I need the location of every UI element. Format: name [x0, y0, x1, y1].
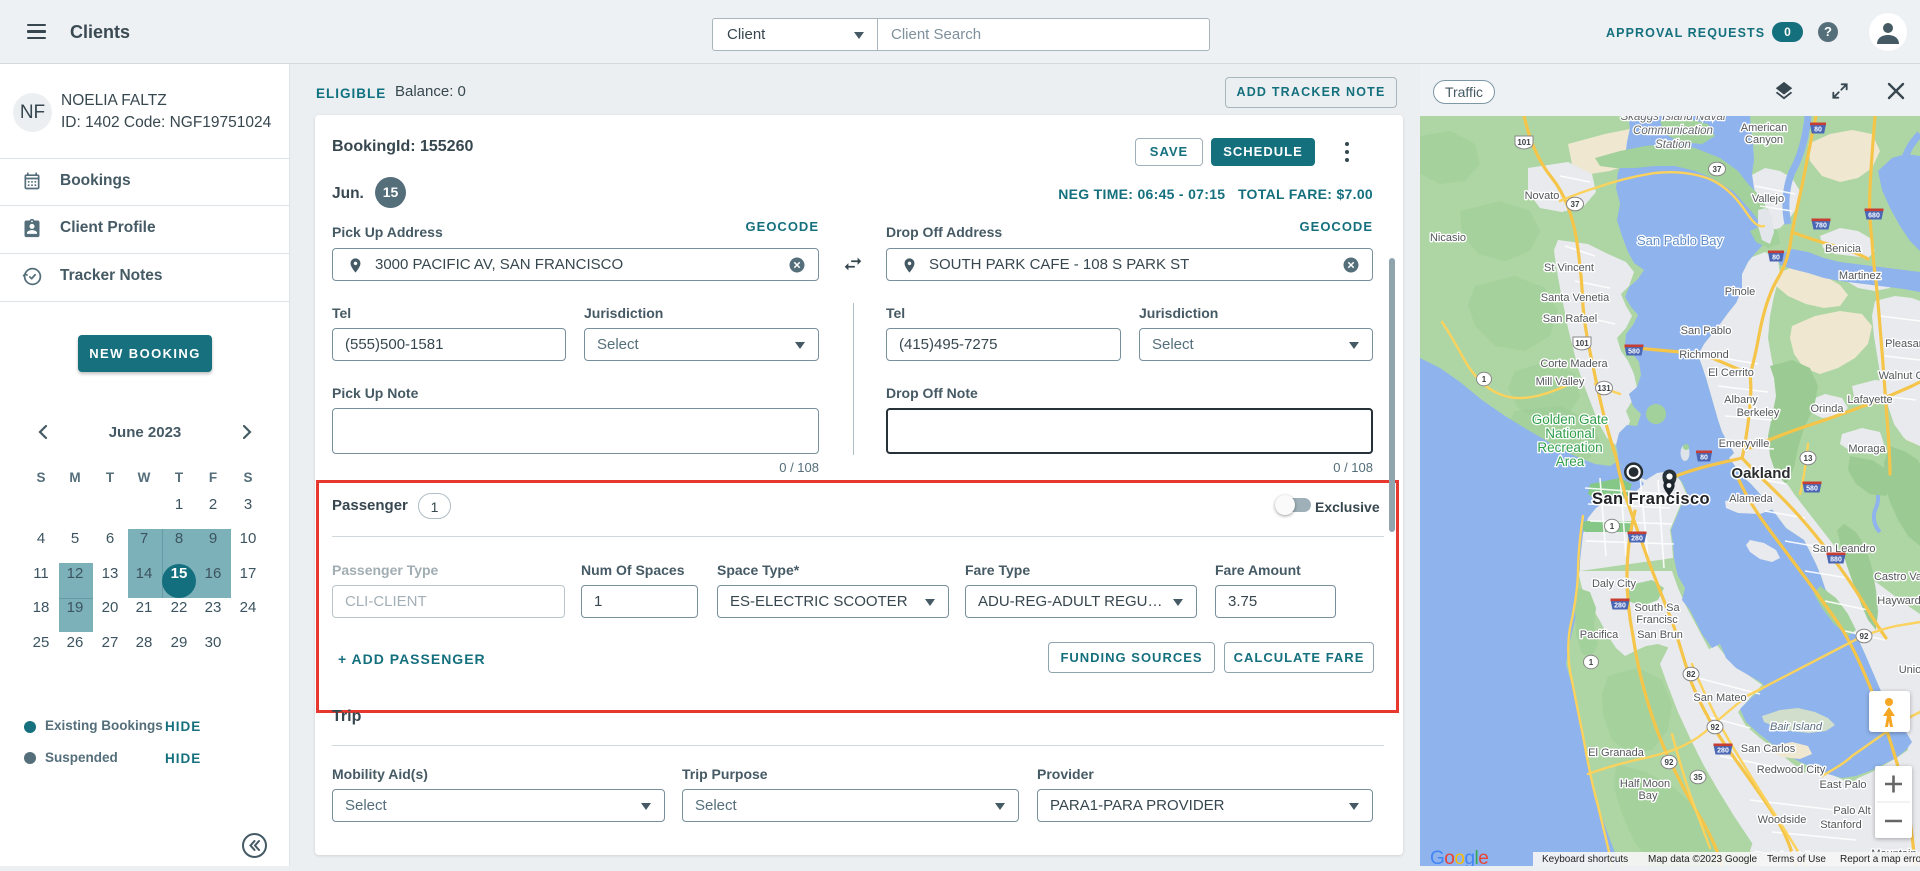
svg-text:San Pablo: San Pablo — [1681, 325, 1732, 337]
svg-text:Martinez: Martinez — [1839, 270, 1881, 282]
svg-text:Castro Va: Castro Va — [1874, 571, 1920, 583]
svg-text:Golden Gate: Golden Gate — [1532, 412, 1609, 427]
svg-text:Keyboard shortcuts: Keyboard shortcuts — [1542, 854, 1628, 865]
svg-text:San Francisco: San Francisco — [1592, 490, 1710, 508]
svg-text:Terms of Use: Terms of Use — [1767, 854, 1826, 865]
svg-text:Unio: Unio — [1899, 664, 1920, 676]
svg-text:Alameda: Alameda — [1729, 493, 1773, 505]
svg-text:280: 280 — [1631, 536, 1643, 543]
svg-text:92: 92 — [1665, 758, 1674, 767]
svg-text:Station: Station — [1655, 139, 1691, 151]
svg-text:Bair Island: Bair Island — [1770, 721, 1823, 733]
svg-text:Mill Valley: Mill Valley — [1536, 376, 1585, 388]
svg-text:1: 1 — [1610, 522, 1615, 531]
svg-text:San Rafael: San Rafael — [1543, 313, 1597, 325]
svg-text:Oakland: Oakland — [1731, 465, 1790, 482]
svg-text:Vallejo: Vallejo — [1752, 193, 1784, 205]
svg-text:Pleasan: Pleasan — [1885, 338, 1920, 350]
svg-text:Moraga: Moraga — [1848, 443, 1886, 455]
svg-text:Canyon: Canyon — [1745, 134, 1783, 146]
svg-text:1: 1 — [1482, 375, 1487, 384]
svg-text:Francisc: Francisc — [1636, 614, 1678, 626]
svg-text:Nicasio: Nicasio — [1430, 232, 1466, 244]
svg-text:280: 280 — [1614, 603, 1626, 610]
svg-text:Recreation: Recreation — [1537, 440, 1602, 455]
svg-text:Walnut C: Walnut C — [1879, 370, 1920, 382]
svg-text:Redwood City: Redwood City — [1757, 764, 1826, 776]
svg-text:South Sa: South Sa — [1634, 602, 1680, 614]
svg-text:Area: Area — [1556, 454, 1585, 469]
svg-text:East Palo: East Palo — [1819, 779, 1866, 791]
svg-text:Palo Alt: Palo Alt — [1833, 805, 1870, 817]
svg-text:80: 80 — [1700, 455, 1708, 462]
svg-text:Benicia: Benicia — [1825, 243, 1862, 255]
svg-text:Orinda: Orinda — [1810, 403, 1844, 415]
svg-text:80: 80 — [1772, 255, 1780, 262]
svg-text:101: 101 — [1575, 339, 1589, 348]
svg-text:1: 1 — [1589, 658, 1594, 667]
svg-text:Pinole: Pinole — [1725, 286, 1756, 298]
svg-text:Woodside: Woodside — [1758, 814, 1807, 826]
svg-text:580: 580 — [1628, 349, 1640, 356]
svg-text:Half Moon: Half Moon — [1620, 778, 1670, 790]
svg-text:280: 280 — [1717, 748, 1729, 755]
svg-text:American: American — [1741, 122, 1787, 134]
svg-text:Google: Google — [1430, 848, 1488, 866]
svg-text:92: 92 — [1860, 632, 1869, 641]
svg-text:Lafayette: Lafayette — [1847, 394, 1892, 406]
svg-text:80: 80 — [1814, 127, 1822, 134]
svg-text:880: 880 — [1830, 557, 1842, 564]
svg-text:Map data ©2023 Google: Map data ©2023 Google — [1648, 854, 1758, 865]
svg-text:Hayward: Hayward — [1877, 595, 1920, 607]
svg-text:131: 131 — [1597, 384, 1611, 393]
svg-text:Daly City: Daly City — [1592, 578, 1637, 590]
svg-text:780: 780 — [1815, 223, 1827, 230]
svg-text:Pacifica: Pacifica — [1580, 629, 1619, 641]
svg-text:San Mateo: San Mateo — [1693, 692, 1746, 704]
svg-text:San Pablo Bay: San Pablo Bay — [1637, 233, 1724, 248]
svg-text:San Carlos: San Carlos — [1741, 743, 1796, 755]
svg-text:Report a map error: Report a map error — [1840, 854, 1920, 865]
svg-text:92: 92 — [1711, 723, 1720, 732]
svg-text:37: 37 — [1713, 165, 1722, 174]
svg-text:Bay: Bay — [1639, 790, 1658, 802]
svg-text:Albany: Albany — [1724, 394, 1758, 406]
svg-text:Novato: Novato — [1525, 190, 1560, 202]
svg-text:580: 580 — [1806, 486, 1818, 493]
svg-text:Emeryville: Emeryville — [1719, 438, 1770, 450]
svg-text:Communication: Communication — [1633, 125, 1713, 137]
svg-text:San Brun: San Brun — [1637, 629, 1683, 641]
svg-text:35: 35 — [1694, 773, 1703, 782]
svg-text:El Cerrito: El Cerrito — [1708, 367, 1754, 379]
svg-text:101: 101 — [1517, 138, 1531, 147]
svg-text:Santa Venetia: Santa Venetia — [1541, 292, 1610, 304]
svg-text:13: 13 — [1804, 454, 1813, 463]
svg-text:680: 680 — [1868, 213, 1880, 220]
svg-text:Corte Madera: Corte Madera — [1540, 358, 1608, 370]
svg-text:Richmond: Richmond — [1679, 349, 1729, 361]
svg-text:Skaggs Island Naval: Skaggs Island Naval — [1621, 116, 1726, 123]
svg-text:National: National — [1545, 426, 1595, 441]
svg-text:37: 37 — [1571, 200, 1580, 209]
svg-text:82: 82 — [1687, 670, 1696, 679]
svg-text:El Granada: El Granada — [1588, 747, 1645, 759]
svg-text:Berkeley: Berkeley — [1737, 407, 1780, 419]
svg-text:St Vincent: St Vincent — [1544, 262, 1594, 274]
svg-text:Stanford: Stanford — [1820, 819, 1862, 831]
